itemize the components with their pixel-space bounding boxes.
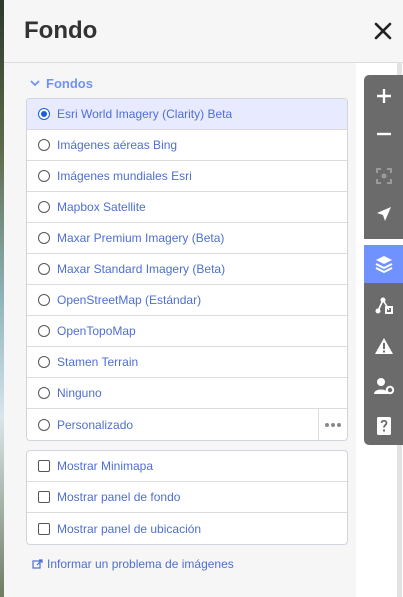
checkbox[interactable] bbox=[38, 522, 50, 535]
display-option[interactable]: Mostrar panel de ubicación bbox=[27, 513, 347, 544]
chevron-down-icon bbox=[30, 80, 40, 87]
pane-header: Fondo bbox=[4, 0, 403, 63]
help-button[interactable] bbox=[364, 407, 403, 445]
background-option[interactable]: OpenTopoMap bbox=[27, 316, 347, 347]
background-option[interactable]: Mapbox Satellite bbox=[27, 192, 347, 223]
zoom-out-button[interactable] bbox=[364, 115, 403, 153]
background-pane: Fondo Fondos Esri World Imagery (Clarity… bbox=[4, 0, 403, 597]
background-option[interactable]: Imágenes mundiales Esri bbox=[27, 161, 347, 192]
preferences-icon bbox=[373, 378, 394, 395]
display-option[interactable]: Mostrar panel de fondo bbox=[27, 482, 347, 513]
close-button[interactable] bbox=[370, 18, 396, 44]
map-controls-toolbar bbox=[364, 75, 403, 445]
background-option[interactable]: Imágenes aéreas Bing bbox=[27, 130, 347, 161]
radio-button[interactable] bbox=[38, 139, 50, 151]
option-label: Ninguno bbox=[57, 386, 102, 400]
layers-icon bbox=[375, 256, 392, 274]
radio-button[interactable] bbox=[38, 108, 50, 120]
close-icon bbox=[374, 22, 392, 40]
help-icon bbox=[376, 417, 391, 435]
external-link-icon bbox=[32, 558, 43, 569]
radio-button[interactable] bbox=[38, 263, 50, 275]
option-label: Mapbox Satellite bbox=[57, 200, 146, 214]
background-option[interactable]: Maxar Premium Imagery (Beta) bbox=[27, 223, 347, 254]
option-label: Mostrar panel de fondo bbox=[57, 490, 181, 504]
geolocate-icon bbox=[376, 207, 391, 221]
more-dots-icon bbox=[337, 422, 341, 427]
pane-title: Fondo bbox=[24, 17, 98, 44]
option-label: OpenTopoMap bbox=[57, 324, 136, 338]
display-option[interactable]: Mostrar Minimapa bbox=[27, 451, 347, 482]
checkbox[interactable] bbox=[38, 491, 50, 503]
option-label: Maxar Standard Imagery (Beta) bbox=[57, 262, 226, 276]
background-option[interactable]: Maxar Standard Imagery (Beta) bbox=[27, 254, 347, 285]
geolocate-button[interactable] bbox=[364, 195, 403, 233]
map-data-icon bbox=[375, 297, 393, 314]
option-label: Mostrar Minimapa bbox=[57, 459, 154, 473]
section-toggle-fondos[interactable]: Fondos bbox=[30, 73, 93, 93]
option-label: Stamen Terrain bbox=[57, 355, 139, 369]
radio-button[interactable] bbox=[38, 201, 50, 213]
more-dots-icon bbox=[331, 422, 335, 427]
checkbox[interactable] bbox=[38, 460, 50, 472]
option-label: Personalizado bbox=[57, 417, 134, 432]
issues-button[interactable] bbox=[364, 327, 403, 365]
radio-button[interactable] bbox=[38, 325, 50, 337]
custom-settings-button[interactable] bbox=[318, 409, 347, 440]
report-imagery-link[interactable]: Informar un problema de imágenes bbox=[32, 557, 234, 571]
radio-button[interactable] bbox=[38, 170, 50, 182]
option-label: Maxar Premium Imagery (Beta) bbox=[57, 231, 225, 245]
radio-button[interactable] bbox=[38, 387, 50, 399]
issues-icon bbox=[374, 338, 393, 354]
radio-button[interactable] bbox=[38, 418, 50, 431]
option-label: Mostrar panel de ubicación bbox=[57, 521, 202, 536]
radio-button[interactable] bbox=[38, 232, 50, 244]
preferences-button[interactable] bbox=[364, 367, 403, 405]
background-option[interactable]: Esri World Imagery (Clarity) Beta bbox=[27, 99, 347, 130]
background-option[interactable]: Stamen Terrain bbox=[27, 347, 347, 378]
option-label: Esri World Imagery (Clarity) Beta bbox=[57, 107, 233, 121]
radio-button[interactable] bbox=[38, 294, 50, 306]
option-label: OpenStreetMap (Estándar) bbox=[57, 293, 202, 307]
option-label: Imágenes mundiales Esri bbox=[57, 169, 192, 183]
background-settings-button[interactable] bbox=[364, 245, 403, 283]
section-title: Fondos bbox=[46, 75, 93, 91]
background-list: Esri World Imagery (Clarity) Beta Imágen… bbox=[26, 98, 348, 441]
more-dots-icon bbox=[325, 422, 329, 427]
display-options-list: Mostrar Minimapa Mostrar panel de fondo … bbox=[26, 450, 348, 545]
zoom-out-icon bbox=[376, 132, 391, 136]
background-option[interactable]: Ninguno bbox=[27, 378, 347, 409]
background-option[interactable]: OpenStreetMap (Estándar) bbox=[27, 285, 347, 316]
zoom-in-button[interactable] bbox=[364, 77, 403, 115]
report-link-label: Informar un problema de imágenes bbox=[47, 557, 234, 571]
zoom-in-icon bbox=[376, 89, 391, 103]
map-data-button[interactable] bbox=[364, 287, 403, 325]
background-option[interactable]: Personalizado bbox=[27, 409, 347, 440]
radio-button[interactable] bbox=[38, 356, 50, 368]
option-label: Imágenes aéreas Bing bbox=[57, 138, 178, 152]
zoom-to-selection-button[interactable] bbox=[364, 157, 403, 195]
zoom-to-selection-icon bbox=[375, 168, 392, 184]
